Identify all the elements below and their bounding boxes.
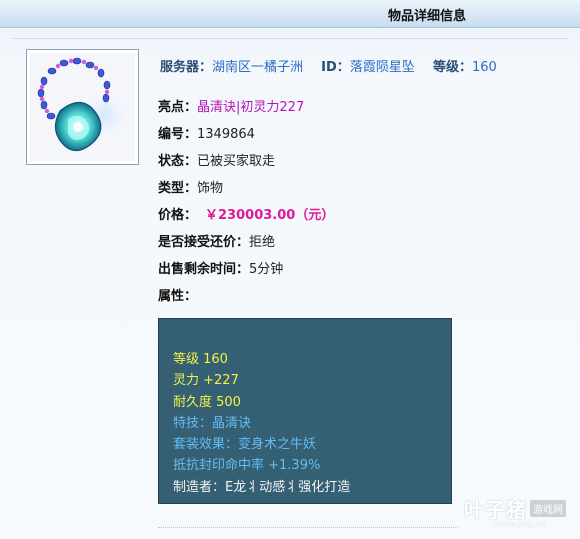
- highlight-value: 晶清诀|初灵力227: [197, 100, 305, 115]
- remaining-time-value: 5分钟: [249, 262, 284, 277]
- item-image[interactable]: [26, 49, 139, 165]
- divider-bottom: [158, 527, 458, 528]
- watermark-url: www.yzz.cn: [494, 520, 547, 530]
- highlight-row: 亮点：晶清诀|初灵力227: [158, 96, 304, 115]
- type-row: 类型：饰物: [158, 177, 223, 196]
- item-header: 服务器：湖南区一橘子洲 ID：落霞陨星坠 等级：160: [160, 56, 511, 75]
- server-label: 服务器：: [160, 60, 213, 75]
- watermark-logo: 叶子猪: [464, 498, 527, 522]
- level-value: 160: [471, 60, 497, 75]
- remaining-time-row: 出售剩余时间：5分钟: [158, 258, 283, 277]
- counter-offer-label: 是否接受还价：: [158, 235, 250, 250]
- server-value: 湖南区一橘子洲: [212, 60, 304, 75]
- highlight-label: 亮点：: [158, 100, 198, 115]
- attr-durability: 耐久度 500: [173, 394, 241, 410]
- watermark-tag: 游戏网: [530, 500, 566, 517]
- type-label: 类型：: [158, 181, 198, 196]
- status-label: 状态：: [158, 154, 198, 169]
- remaining-time-label: 出售剩余时间：: [158, 262, 250, 277]
- attr-skill: 特技：晶清诀: [173, 415, 252, 431]
- level-label: 等级：: [432, 60, 472, 75]
- number-value: 1349864: [197, 127, 255, 142]
- attr-maker: 制造者：E龙丬动感丬强化打造: [173, 479, 351, 495]
- title-bar: 物品详细信息: [0, 0, 580, 28]
- price-label: 价格：: [158, 208, 198, 223]
- attributes-box: 等级 160 灵力 +227 耐久度 500 特技：晶清诀 套装效果：变身术之牛…: [158, 318, 452, 504]
- number-label: 编号：: [158, 127, 198, 142]
- divider-top: [12, 38, 567, 39]
- status-value: 已被买家取走: [197, 154, 276, 169]
- number-row: 编号：1349864: [158, 123, 255, 142]
- counter-offer-row: 是否接受还价：拒绝: [158, 231, 275, 250]
- page-title: 物品详细信息: [388, 9, 467, 24]
- attr-level: 等级 160: [173, 352, 228, 367]
- attributes-label: 属性：: [158, 289, 198, 304]
- watermark: 叶子猪 游戏网 www.yzz.cn: [464, 494, 576, 536]
- id-value: 落霞陨星坠: [349, 60, 415, 75]
- type-value: 饰物: [197, 181, 224, 196]
- id-label: ID：: [321, 60, 350, 75]
- status-row: 状态：已被买家取走: [158, 150, 275, 169]
- price-row: 价格： ￥230003.00（元）: [158, 204, 334, 223]
- attr-set-effect: 套装效果：变身术之牛妖: [173, 437, 317, 453]
- attributes-row: 属性：: [158, 285, 197, 304]
- attr-spirit: 灵力 +227: [173, 373, 239, 389]
- necklace-icon: [30, 53, 135, 161]
- counter-offer-value: 拒绝: [249, 235, 276, 250]
- price-value: ￥230003.00（元）: [205, 208, 335, 223]
- attr-seal-resist: 抵抗封印命中率 +1.39%: [173, 458, 321, 474]
